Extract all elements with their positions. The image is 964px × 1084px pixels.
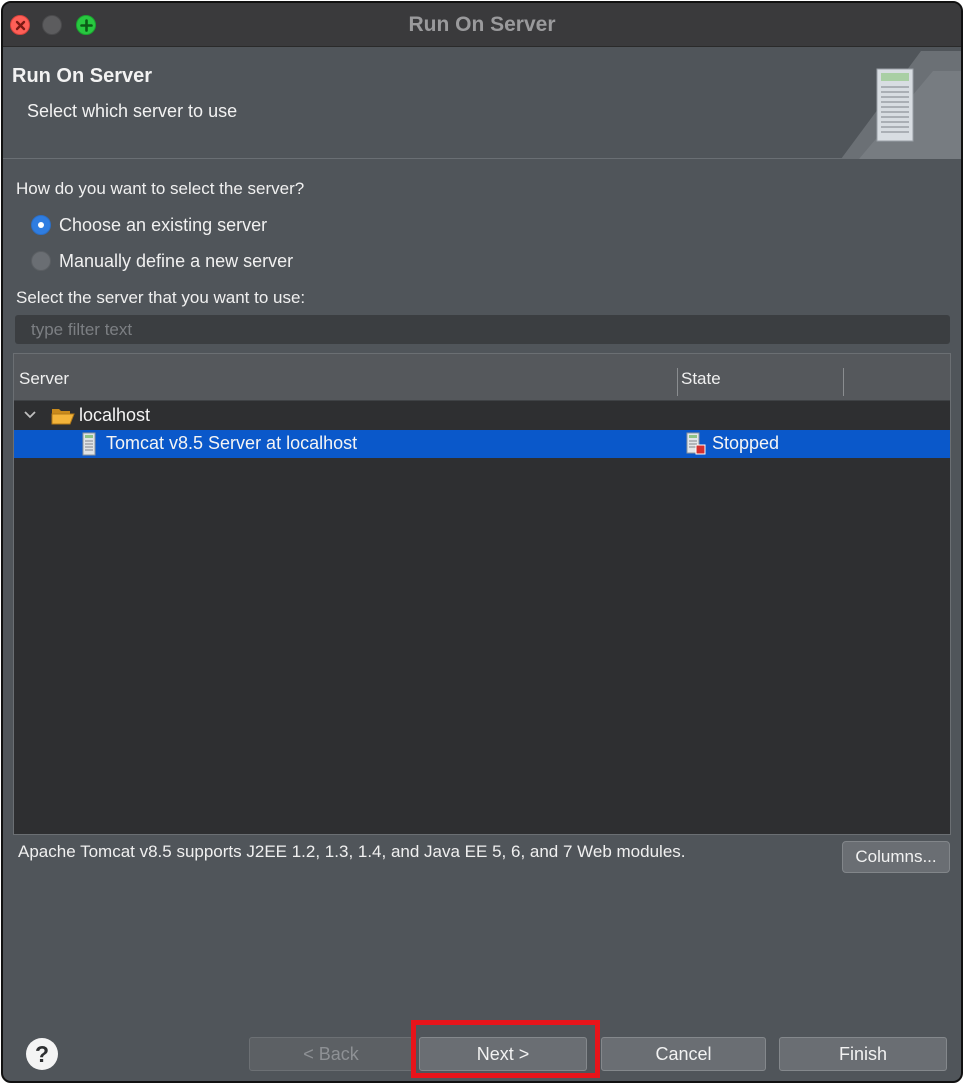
- define-new-label: Manually define a new server: [59, 250, 294, 271]
- server-description: Apache Tomcat v8.5 supports J2EE 1.2, 1.…: [18, 842, 686, 861]
- server-name: Tomcat v8.5 Server at localhost: [106, 433, 358, 453]
- column-state[interactable]: State: [681, 369, 721, 389]
- server-table[interactable]: Server State localhost Tomcat v8.5 Serve…: [13, 353, 951, 835]
- cancel-button[interactable]: Cancel: [601, 1037, 766, 1071]
- selection-question: How do you want to select the server?: [16, 179, 305, 198]
- banner-subtitle: Select which server to use: [27, 101, 238, 121]
- tree-group-localhost[interactable]: localhost: [14, 402, 950, 430]
- columns-button[interactable]: Columns...: [842, 841, 950, 873]
- group-label: localhost: [79, 405, 151, 425]
- wizard-banner: Run On Server Select which server to use: [3, 47, 961, 159]
- window-title: Run On Server: [408, 13, 556, 36]
- server-state: Stopped: [712, 433, 780, 453]
- help-icon[interactable]: ?: [25, 1037, 59, 1071]
- banner-title: Run On Server: [12, 65, 153, 87]
- filter-input[interactable]: [15, 315, 950, 344]
- define-new-server-option[interactable]: Manually define a new server: [31, 249, 293, 273]
- column-divider[interactable]: [843, 368, 844, 396]
- server-icon: [841, 51, 961, 159]
- button-bar: ? < Back Next > Cancel Finish: [3, 1013, 961, 1081]
- run-on-server-dialog: Run On Server Run On Server Select which…: [1, 1, 963, 1083]
- server-icon: [82, 432, 96, 456]
- choose-existing-label: Choose an existing server: [59, 214, 268, 235]
- finish-button[interactable]: Finish: [779, 1037, 947, 1071]
- chevron-down-icon[interactable]: [22, 407, 38, 423]
- server-stopped-icon: [686, 432, 706, 455]
- help-glyph: ?: [35, 1041, 49, 1067]
- back-button[interactable]: < Back: [249, 1037, 413, 1071]
- choose-existing-server-option[interactable]: Choose an existing server: [31, 213, 267, 237]
- column-server[interactable]: Server: [19, 369, 69, 389]
- column-divider[interactable]: [677, 368, 678, 396]
- folder-open-icon: [51, 409, 75, 425]
- choose-existing-radio[interactable]: [31, 215, 51, 235]
- define-new-radio[interactable]: [31, 251, 51, 271]
- table-header: Server State: [14, 354, 950, 401]
- server-list-label: Select the server that you want to use:: [16, 288, 306, 307]
- table-row[interactable]: Tomcat v8.5 Server at localhost Stopped: [14, 430, 950, 458]
- title-bar: Run On Server: [3, 3, 961, 47]
- next-button[interactable]: Next >: [419, 1037, 587, 1071]
